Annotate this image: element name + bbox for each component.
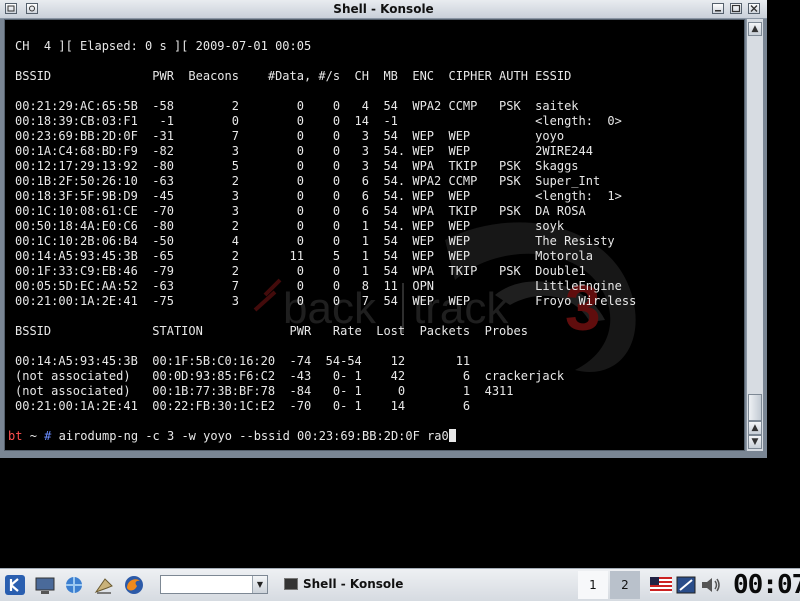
desktop-switch-1[interactable]: 1 — [578, 571, 608, 599]
terminal-line: 00:1A:C4:68:BD:F9 -82 3 0 0 3 54. WEP WE… — [15, 144, 593, 158]
taskbar-item-label: Shell - Konsole — [303, 577, 404, 591]
terminal-line: 00:14:A5:93:45:3B 00:1F:5B:C0:16:20 -74 … — [15, 354, 471, 368]
close-button[interactable] — [748, 3, 760, 14]
terminal-line: 00:21:00:1A:2E:41 00:22:FB:30:1C:E2 -70 … — [15, 399, 471, 413]
terminal-line: CH 4 ][ Elapsed: 0 s ][ 2009-07-01 00:05 — [15, 39, 312, 53]
terminal-output: CH 4 ][ Elapsed: 0 s ][ 2009-07-01 00:05… — [15, 39, 636, 414]
command-prompt[interactable]: bt ~ # airodump-ng -c 3 -w yoyo --bssid … — [8, 429, 456, 444]
command-input[interactable]: airodump-ng -c 3 -w yoyo --bssid 00:23:6… — [59, 429, 449, 443]
title-bar[interactable]: Shell - Konsole — [0, 0, 767, 19]
chevron-down-icon[interactable]: ▼ — [252, 576, 267, 593]
scroll-up-button-lower[interactable]: ▲ — [748, 421, 762, 435]
terminal-line: 00:23:69:BB:2D:0F -31 7 0 0 3 54 WEP WEP… — [15, 129, 565, 143]
window-title: Shell - Konsole — [333, 2, 434, 16]
prompt-user: bt — [8, 429, 23, 443]
terminal-line: BSSID PWR Beacons #Data, #/s CH MB ENC C… — [15, 69, 572, 83]
konqueror-icon[interactable] — [63, 574, 85, 596]
terminal-line: 00:18:3F:5F:9B:D9 -45 3 0 0 6 54. WEP WE… — [15, 189, 622, 203]
konsole-icon — [284, 578, 298, 590]
terminal-line: 00:1F:33:C9:EB:46 -79 2 0 0 1 54 WPA TKI… — [15, 264, 586, 278]
clock: 00:07 — [733, 570, 800, 600]
scroll-up-button[interactable]: ▲ — [748, 22, 762, 36]
kde-menu-icon[interactable] — [4, 574, 26, 596]
us-flag-keyboard-icon[interactable] — [650, 577, 672, 593]
maximize-icon — [731, 4, 741, 13]
desktop-switch-2[interactable]: 2 — [610, 571, 640, 599]
terminal-line: (not associated) 00:0D:93:85:F6:C2 -43 0… — [15, 369, 565, 383]
terminal-line: BSSID STATION PWR Rate Lost Packets Prob… — [15, 324, 528, 338]
terminal-line: 00:50:18:4A:E0:C6 -80 2 0 0 1 54. WEP WE… — [15, 219, 565, 233]
run-command-combo[interactable]: ▼ — [160, 575, 268, 594]
firefox-icon[interactable] — [123, 574, 145, 596]
minimize-button[interactable] — [712, 3, 724, 14]
prompt-path: ~ — [29, 429, 37, 443]
terminal-line: 00:1B:2F:50:26:10 -63 2 0 0 6 54. WPA2 C… — [15, 174, 601, 188]
terminal-area[interactable]: back track 3 CH 4 ][ Elapsed: 0 s ][ 200… — [4, 19, 745, 451]
taskbar: ▼ Shell - Konsole 1 2 00:07 — [0, 568, 800, 601]
terminal-line: (not associated) 00:1B:77:3B:BF:78 -84 0… — [15, 384, 514, 398]
desktop-icon[interactable] — [34, 574, 56, 596]
terminal-line: 00:21:29:AC:65:5B -58 2 0 0 4 54 WPA2 CC… — [15, 99, 579, 113]
home-icon[interactable] — [93, 574, 115, 596]
terminal-line: 00:05:5D:EC:AA:52 -63 7 0 0 8 11 OPN Lit… — [15, 279, 622, 293]
maximize-button[interactable] — [730, 3, 742, 14]
terminal-line: 00:21:00:1A:2E:41 -75 3 0 0 7 54 WEP WEP… — [15, 294, 637, 308]
konsole-window: Shell - Konsole back track 3 CH 4 ][ Ela… — [0, 0, 767, 458]
scroll-down-button[interactable]: ▼ — [748, 435, 762, 449]
vertical-scrollbar[interactable]: ▲ ▲ ▼ — [746, 19, 763, 451]
text-cursor — [448, 429, 456, 442]
taskbar-item-konsole[interactable]: Shell - Konsole — [282, 573, 582, 597]
terminal-line: 00:1C:10:2B:06:B4 -50 4 0 0 1 54 WEP WEP… — [15, 234, 615, 248]
prompt-symbol: # — [44, 429, 52, 443]
volume-icon[interactable] — [700, 575, 722, 595]
network-icon[interactable] — [676, 576, 696, 594]
minimize-icon — [715, 10, 721, 12]
close-icon — [750, 5, 758, 12]
scroll-thumb[interactable] — [748, 394, 762, 421]
terminal-line: 00:14:A5:93:45:3B -65 2 11 5 1 54 WEP WE… — [15, 249, 593, 263]
terminal-line: 00:12:17:29:13:92 -80 5 0 0 3 54 WPA TKI… — [15, 159, 579, 173]
terminal-line: 00:1C:10:08:61:CE -70 3 0 0 6 54 WPA TKI… — [15, 204, 586, 218]
terminal-line: 00:18:39:CB:03:F1 -1 0 0 0 14 -1 <length… — [15, 114, 622, 128]
